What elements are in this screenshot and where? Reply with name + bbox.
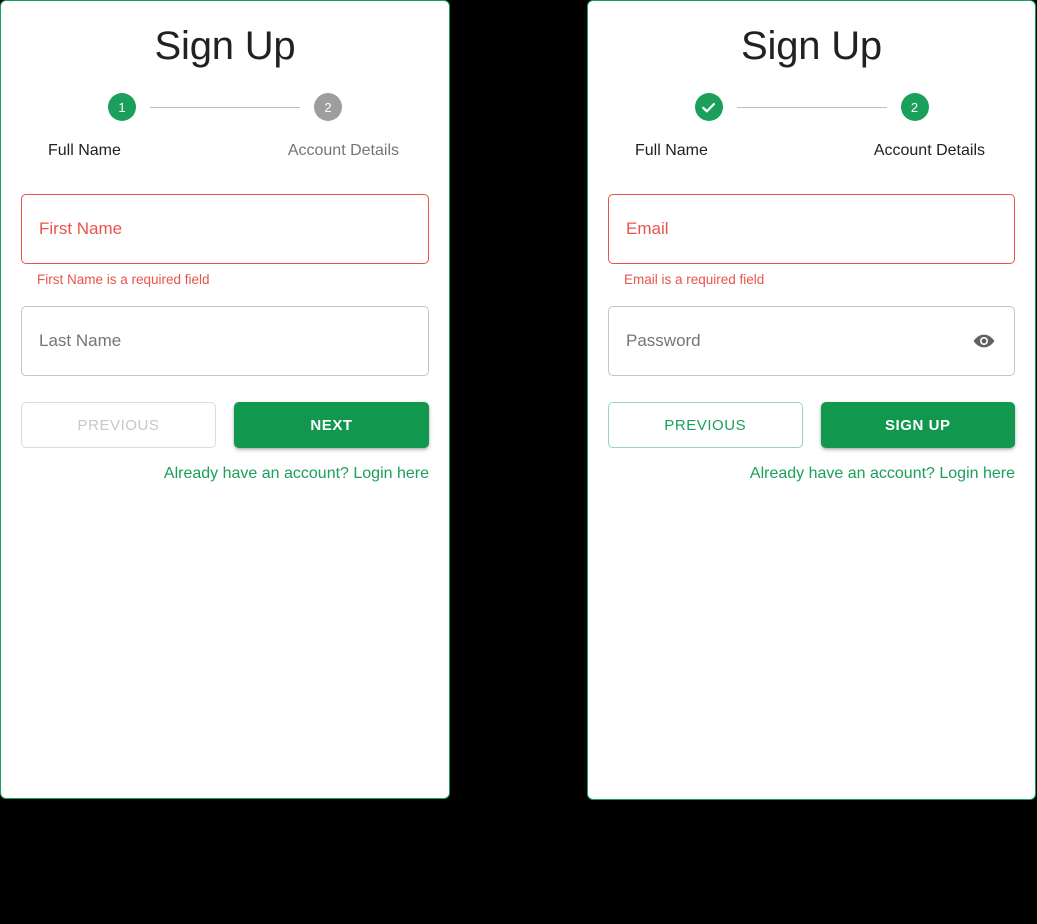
previous-button: PREVIOUS — [21, 402, 216, 449]
card-content: Sign Up 2 Full Name Account Details Emai… — [588, 1, 1035, 484]
field-password: Password — [608, 306, 1015, 377]
email-input[interactable]: Email — [608, 194, 1015, 265]
signup-card-step-1: Sign Up 1 2 Full Name Account Details Fi… — [0, 0, 450, 799]
signup-card-step-2: Sign Up 2 Full Name Account Details Emai… — [587, 0, 1036, 800]
first-name-input[interactable]: First Name — [21, 194, 429, 265]
stepper-labels: Full Name Account Details — [48, 141, 399, 160]
login-link-row: Already have an account? Login here — [608, 464, 1015, 483]
eye-icon — [973, 334, 995, 348]
step-label-full-name: Full Name — [635, 142, 708, 159]
password-input[interactable]: Password — [608, 306, 1015, 377]
signup-stepper: 1 2 Full Name Account Details — [21, 93, 429, 160]
form-fields: First Name First Name is a required fiel… — [21, 194, 429, 377]
page-title: Sign Up — [154, 24, 296, 68]
login-here-link[interactable]: Already have an account? Login here — [750, 465, 1015, 482]
login-here-link[interactable]: Already have an account? Login here — [164, 465, 429, 482]
step-label-full-name: Full Name — [48, 142, 121, 159]
sign-up-button[interactable]: SIGN UP — [820, 402, 1015, 449]
toggle-password-visibility-button[interactable] — [971, 328, 997, 354]
step-marker-2[interactable]: 2 — [314, 93, 342, 121]
next-button[interactable]: NEXT — [234, 402, 429, 449]
step-marker-2[interactable]: 2 — [900, 93, 929, 121]
email-error-message: Email is a required field — [624, 272, 765, 288]
email-placeholder: Email — [626, 218, 669, 238]
login-link-row: Already have an account? Login here — [21, 464, 429, 483]
first-name-error-message: First Name is a required field — [37, 272, 210, 288]
card-content: Sign Up 1 2 Full Name Account Details Fi… — [1, 1, 449, 484]
previous-button[interactable]: PREVIOUS — [608, 402, 803, 449]
stepper-markers: 2 — [656, 93, 967, 121]
stepper-markers: 1 2 — [69, 93, 381, 121]
field-email: Email Email is a required field — [608, 194, 1015, 288]
form-actions: PREVIOUS SIGN UP — [608, 402, 1015, 449]
last-name-input[interactable]: Last Name — [21, 306, 429, 377]
form-fields: Email Email is a required field Password — [608, 194, 1015, 377]
step-marker-2-number: 2 — [324, 99, 332, 115]
step-label-account-details: Account Details — [873, 142, 985, 159]
stepper-labels: Full Name Account Details — [635, 141, 985, 160]
first-name-placeholder: First Name — [39, 218, 123, 238]
check-icon — [702, 102, 715, 112]
step-marker-1-number: 1 — [118, 99, 126, 115]
last-name-placeholder: Last Name — [39, 331, 122, 351]
page-title: Sign Up — [741, 24, 882, 68]
field-last-name: Last Name — [21, 306, 429, 377]
stepper-connector — [150, 106, 300, 108]
step-label-account-details: Account Details — [287, 142, 399, 159]
field-first-name: First Name First Name is a required fiel… — [21, 194, 429, 288]
screenshot-stage: Sign Up 1 2 Full Name Account Details Fi… — [0, 0, 1037, 924]
step-marker-2-number: 2 — [910, 99, 919, 115]
signup-stepper: 2 Full Name Account Details — [608, 93, 1015, 160]
step-marker-1-completed[interactable] — [694, 93, 723, 121]
stepper-connector — [736, 106, 887, 108]
step-marker-1[interactable]: 1 — [108, 93, 136, 121]
password-placeholder: Password — [626, 331, 701, 351]
form-actions: PREVIOUS NEXT — [21, 402, 429, 449]
